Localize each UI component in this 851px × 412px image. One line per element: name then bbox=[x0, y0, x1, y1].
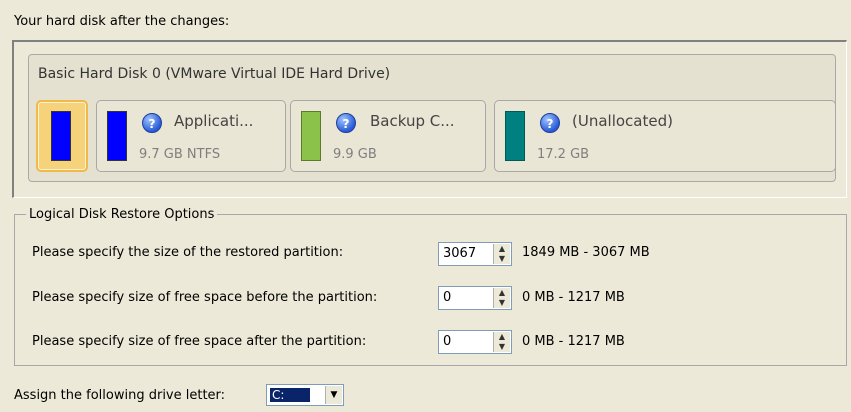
disk-title: Basic Hard Disk 0 (VMware Virtual IDE Ha… bbox=[38, 66, 391, 82]
restore-options-page: Your hard disk after the changes: Basic … bbox=[0, 0, 851, 412]
partition-name: Backup C... bbox=[370, 112, 455, 130]
disk-preview-label: Your hard disk after the changes: bbox=[14, 14, 230, 29]
partition-tile-unallocated[interactable]: ? (Unallocated) 17.2 GB bbox=[494, 100, 836, 172]
drive-letter-value: C: bbox=[270, 388, 311, 402]
spinner-arrows-icon[interactable]: ▲ ▼ bbox=[493, 288, 510, 308]
selected-partition-tile[interactable] bbox=[36, 100, 88, 172]
partition-name: Applicati... bbox=[174, 112, 254, 130]
space-after-spinner[interactable]: 0 ▲ ▼ bbox=[438, 330, 512, 354]
space-after-label: Please specify size of free space after … bbox=[32, 334, 367, 349]
space-before-spinner[interactable]: 0 ▲ ▼ bbox=[438, 286, 512, 310]
partition-size: 9.9 GB bbox=[333, 147, 377, 162]
help-icon[interactable]: ? bbox=[336, 113, 356, 133]
spinner-value: 0 bbox=[443, 334, 452, 349]
restored-size-label: Please specify the size of the restored … bbox=[32, 245, 344, 260]
space-before-label: Please specify size of free space before… bbox=[32, 290, 378, 305]
spinner-arrows-icon[interactable]: ▲ ▼ bbox=[493, 244, 510, 264]
space-after-range: 0 MB - 1217 MB bbox=[522, 334, 625, 349]
chevron-down-icon[interactable]: ▼ bbox=[325, 386, 342, 404]
help-icon[interactable]: ? bbox=[540, 113, 560, 133]
help-icon[interactable]: ? bbox=[142, 113, 162, 133]
drive-letter-select[interactable]: C: ▼ bbox=[266, 384, 344, 406]
space-before-range: 0 MB - 1217 MB bbox=[522, 290, 625, 305]
spinner-value: 3067 bbox=[443, 246, 477, 261]
partition-name: (Unallocated) bbox=[572, 112, 673, 130]
partition-tile-application[interactable]: ? Applicati... 9.7 GB NTFS bbox=[96, 100, 286, 172]
restored-size-range: 1849 MB - 3067 MB bbox=[522, 245, 650, 260]
partition-bar bbox=[107, 111, 127, 161]
restored-size-spinner[interactable]: 3067 ▲ ▼ bbox=[438, 242, 512, 266]
partition-size: 17.2 GB bbox=[537, 147, 590, 162]
partition-size: 9.7 GB NTFS bbox=[139, 147, 221, 162]
partition-bar bbox=[301, 111, 321, 161]
spinner-arrows-icon[interactable]: ▲ ▼ bbox=[493, 332, 510, 352]
spinner-value: 0 bbox=[443, 290, 452, 305]
partition-bar bbox=[505, 111, 525, 161]
drive-letter-label: Assign the following drive letter: bbox=[14, 388, 226, 403]
partition-tile-backup[interactable]: ? Backup C... 9.9 GB bbox=[290, 100, 486, 172]
group-title: Logical Disk Restore Options bbox=[26, 207, 218, 222]
selected-partition-bar bbox=[51, 111, 71, 161]
